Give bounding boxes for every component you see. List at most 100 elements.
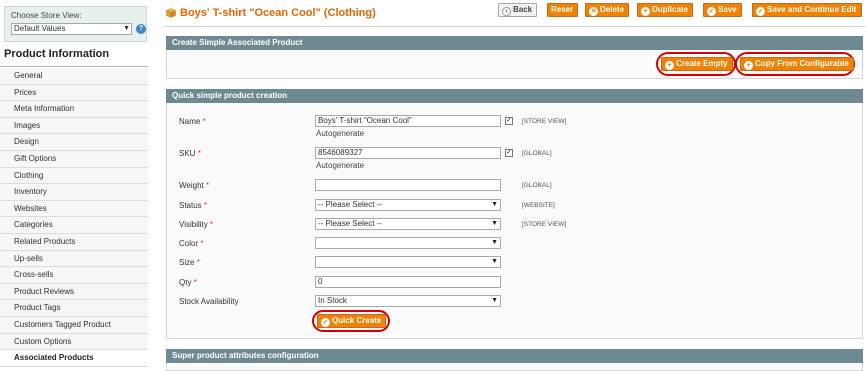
create-empty-label: Create Empty [676,59,728,68]
sku-autogenerate-label: Autogenerate [316,161,365,170]
store-switcher-label: Choose Store View: [11,11,82,20]
name-field-value: Boys' T-shirt "Ocean Cool" [318,116,412,125]
reset-button[interactable]: Reset [547,3,578,17]
page-title: Boys' T-shirt "Ocean Cool" (Clothing) [180,7,376,19]
quick-create-label: Quick Create [332,316,382,325]
super-attributes-panel [166,363,863,371]
status-select-value: -- Please Select -- [318,200,383,209]
create-simple-product-header: Create Simple Associated Product [166,36,863,50]
chevron-down-icon: ▼ [491,201,498,208]
store-view-value: Default Values [14,24,66,33]
divider [0,66,148,67]
help-icon[interactable]: ? [136,24,146,34]
product-tabs: General Prices Meta Information Images D… [0,68,148,367]
status-select[interactable]: -- Please Select -- ▼ [315,199,501,211]
size-select[interactable]: ▼ [315,256,501,268]
sku-autogenerate-checkbox[interactable]: ✓ [505,149,513,157]
copy-from-configurable-button[interactable]: + Copy From Configurable [740,57,854,71]
product-box-icon [166,8,176,18]
status-scope: [WEBSITE] [522,202,555,209]
sidebar-item-gift-options[interactable]: Gift Options [0,150,148,168]
plus-icon: + [744,61,753,70]
store-switcher: Choose Store View: Default Values ▼ ? [4,6,147,42]
copy-from-configurable-label: Copy From Configurable [755,59,849,68]
quick-creation-header: Quick simple product creation [166,89,863,103]
delete-button-label: Delete [600,5,625,14]
visibility-select[interactable]: -- Please Select -- ▼ [315,218,501,230]
visibility-select-value: -- Please Select -- [318,219,383,228]
sidebar-item-related-products[interactable]: Related Products [0,233,148,251]
sidebar-item-design[interactable]: Design [0,134,148,151]
weight-label: Weight * [179,181,210,190]
color-label: Color * [179,239,204,248]
sidebar-item-images[interactable]: Images [0,117,148,135]
store-view-select[interactable]: Default Values ▼ [11,23,132,35]
back-button-label: Back [513,5,533,14]
weight-scope: [GLOBAL] [522,182,552,189]
sidebar-item-customers-tagged-product[interactable]: Customers Tagged Product [0,316,148,334]
plus-icon: + [665,61,674,70]
qty-field-value: 0 [318,277,323,286]
sidebar-item-custom-options[interactable]: Custom Options [0,333,148,351]
sidebar-item-inventory[interactable]: Inventory [0,184,148,201]
sku-scope: [GLOBAL] [522,150,552,157]
sidebar-item-prices[interactable]: Prices [0,84,148,102]
divider [164,26,865,27]
chevron-down-icon: ▼ [491,297,498,304]
qty-label: Qty * [179,278,197,287]
name-autogenerate-checkbox[interactable]: ✓ [505,117,513,125]
sidebar-item-categories[interactable]: Categories [0,217,148,234]
sku-label: SKU * [179,149,201,158]
sidebar-item-associated-products[interactable]: Associated Products [0,350,148,367]
name-autogenerate-label: Autogenerate [316,129,365,138]
name-field[interactable]: Boys' T-shirt "Ocean Cool" [315,115,501,127]
save-continue-button-label: Save and Continue Edit [767,5,857,14]
sku-field-value: 8546089327 [318,148,363,157]
checkmark-icon: ✓ [707,7,716,16]
sidebar-item-clothing[interactable]: Clothing [0,167,148,185]
stock-availability-label: Stock Availability [179,297,239,306]
status-label: Status * [179,201,208,210]
weight-field[interactable] [315,179,501,191]
save-button[interactable]: ✓ Save [703,3,742,17]
duplicate-button-label: Duplicate [652,5,689,14]
product-tabs-title: Product Information [4,48,110,60]
save-button-label: Save [718,5,737,14]
super-attributes-header: Super product attributes configuration [166,349,863,363]
save-continue-button[interactable]: ✓ Save and Continue Edit [752,3,862,17]
back-button[interactable]: ‹ Back [498,3,538,17]
delete-button[interactable]: ✕ Delete [585,3,630,17]
close-icon: ✕ [589,7,598,16]
qty-field[interactable]: 0 [315,276,501,288]
checkmark-icon: ✓ [321,318,330,327]
chevron-down-icon: ▼ [491,239,498,246]
sidebar-item-product-tags[interactable]: Product Tags [0,300,148,317]
chevron-down-icon: ▼ [491,220,498,227]
sidebar-item-product-reviews[interactable]: Product Reviews [0,283,148,301]
sidebar-item-cross-sells[interactable]: Cross-sells [0,267,148,284]
chevron-down-icon: ▼ [491,258,498,265]
sidebar-item-up-sells[interactable]: Up-sells [0,250,148,268]
sidebar-item-meta-information[interactable]: Meta Information [0,101,148,118]
quick-create-button[interactable]: ✓ Quick Create [317,314,387,328]
sidebar: Choose Store View: Default Values ▼ ? Pr… [0,0,148,371]
visibility-label: Visibility * [179,220,214,229]
name-scope: [STORE VIEW] [522,118,567,125]
sku-field[interactable]: 8546089327 [315,147,501,159]
color-select[interactable]: ▼ [315,237,501,249]
name-label: Name * [179,117,206,126]
reset-button-label: Reset [551,5,573,14]
stock-availability-value: In Stock [318,296,347,305]
plus-icon: + [641,7,650,16]
chevron-down-icon: ▼ [123,25,130,32]
quick-creation-panel [166,103,863,339]
stock-availability-select[interactable]: In Stock ▼ [315,295,501,307]
sidebar-item-general[interactable]: General [0,68,148,85]
size-label: Size * [179,258,200,267]
duplicate-button[interactable]: + Duplicate [637,3,694,17]
sidebar-item-websites[interactable]: Websites [0,200,148,218]
checkmark-icon: ✓ [756,7,765,16]
arrow-left-icon: ‹ [502,7,511,16]
visibility-scope: [STORE VIEW] [522,221,567,228]
create-empty-button[interactable]: + Create Empty [661,57,733,71]
